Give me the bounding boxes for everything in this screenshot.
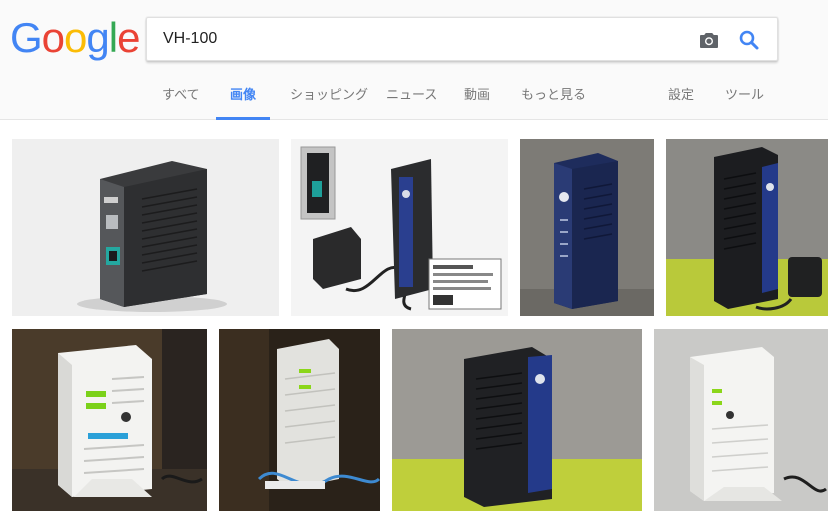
tab-all[interactable]: すべて <box>162 82 200 120</box>
tab-videos[interactable]: 動画 <box>464 82 490 120</box>
tab-images-label: 画像 <box>230 88 257 103</box>
image-result[interactable] <box>520 139 654 316</box>
search-box <box>146 17 778 61</box>
image-result[interactable] <box>219 329 380 511</box>
tab-more[interactable]: もっと見る <box>521 82 586 120</box>
tab-settings[interactable]: 設定 <box>668 82 694 120</box>
logo-letter: g <box>86 14 109 61</box>
search-tabs: すべて 画像 ショッピング ニュース 動画 もっと見る 設定 ツール <box>0 82 828 120</box>
logo-letter: e <box>117 14 140 61</box>
active-tab-indicator <box>216 117 271 120</box>
image-result[interactable] <box>392 329 642 511</box>
camera-icon[interactable] <box>697 28 721 52</box>
image-result[interactable] <box>12 139 279 316</box>
image-results-grid <box>0 121 828 514</box>
image-result[interactable] <box>291 139 508 316</box>
search-icon[interactable] <box>737 28 761 52</box>
tab-tools[interactable]: ツール <box>725 82 764 120</box>
search-input[interactable] <box>163 18 683 60</box>
image-result[interactable] <box>654 329 828 511</box>
header: Google すべて 画像 ショッピング ニュース 動画 もっと見る 設定 <box>0 0 828 120</box>
tab-news[interactable]: ニュース <box>386 82 437 120</box>
logo-letter: l <box>108 14 118 61</box>
logo-letter: o <box>64 14 87 61</box>
google-logo[interactable]: Google <box>10 14 140 61</box>
image-result[interactable] <box>12 329 207 511</box>
image-result[interactable] <box>666 139 828 316</box>
tab-images[interactable]: 画像 <box>216 82 271 120</box>
logo-letter: o <box>41 14 65 61</box>
tab-shopping[interactable]: ショッピング <box>290 82 368 120</box>
logo-letter: G <box>10 14 43 61</box>
